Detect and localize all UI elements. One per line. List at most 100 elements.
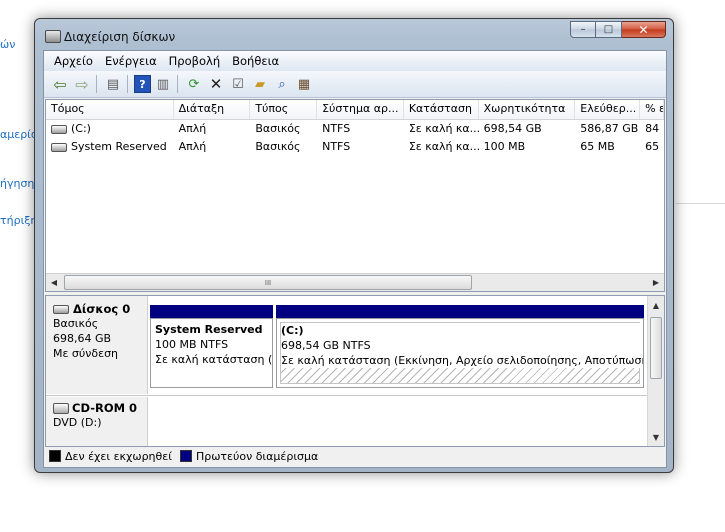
partition-size: 698,54 GB NTFS bbox=[281, 339, 371, 352]
horizontal-scroll-thumb[interactable]: III bbox=[64, 275, 472, 290]
scroll-up-arrow-icon[interactable]: ▲ bbox=[648, 298, 664, 312]
column-header-status[interactable]: Κατάσταση bbox=[404, 100, 479, 119]
delete-icon[interactable]: ✕ bbox=[206, 74, 226, 94]
toolbar-separator bbox=[127, 75, 128, 93]
scroll-down-arrow-icon[interactable]: ▼ bbox=[648, 430, 664, 444]
toolbar-separator bbox=[96, 75, 97, 93]
legend-swatch-unallocated bbox=[49, 450, 61, 462]
bg-divider bbox=[676, 203, 725, 204]
action-pane-icon[interactable]: ▥ bbox=[153, 74, 173, 94]
horizontal-scrollbar[interactable]: ◀ III ▶ bbox=[46, 273, 664, 291]
disk-separator bbox=[46, 395, 648, 396]
help-icon[interactable]: ? bbox=[134, 75, 151, 93]
column-header-filesystem[interactable]: Σύστημα αρ... bbox=[317, 100, 404, 119]
free-space-cell: 65 MB bbox=[580, 140, 615, 153]
menu-bar: Αρχείο Ενέργεια Προβολή Βοήθεια bbox=[44, 51, 666, 71]
legend-unallocated: Δεν έχει εκχωρηθεί bbox=[49, 450, 172, 463]
maximize-button[interactable]: □ bbox=[596, 21, 622, 38]
vertical-scrollbar[interactable]: ▲ ▼ bbox=[647, 296, 664, 446]
filesystem-cell: NTFS bbox=[322, 122, 351, 135]
volume-name: System Reserved bbox=[71, 140, 167, 153]
back-arrow-icon[interactable]: ⇦ bbox=[50, 74, 70, 94]
filesystem-cell: NTFS bbox=[322, 140, 351, 153]
disk-0-label[interactable]: Δίσκος 0 Βασικός 698,64 GB Με σύνδεση bbox=[46, 296, 148, 394]
refresh-icon[interactable]: ⟳ bbox=[184, 74, 204, 94]
menu-action[interactable]: Ενέργεια bbox=[99, 51, 163, 71]
disk-0-name: Δίσκος 0 bbox=[73, 302, 131, 316]
bg-link-3[interactable]: ήγηση bbox=[0, 177, 34, 190]
status-cell: Σε καλή κα... bbox=[408, 122, 479, 135]
scroll-left-arrow-icon[interactable]: ◀ bbox=[46, 274, 62, 291]
properties-icon[interactable]: ▦ bbox=[294, 74, 314, 94]
legend-swatch-primary bbox=[179, 450, 192, 462]
minimize-button[interactable]: – bbox=[570, 21, 596, 38]
partition-bar-c bbox=[276, 305, 644, 318]
forward-arrow-icon[interactable]: ⇨ bbox=[72, 74, 92, 94]
column-header-type[interactable]: Τύπος bbox=[250, 100, 318, 119]
cd-drive-icon bbox=[53, 402, 69, 414]
column-header-percent-free[interactable]: % ε bbox=[640, 100, 664, 119]
column-header-capacity[interactable]: Χωρητικότητα bbox=[479, 100, 576, 119]
type-cell: Βασικός bbox=[255, 140, 301, 153]
partition-system-reserved[interactable]: System Reserved 100 MB NTFS Σε καλή κατά… bbox=[150, 318, 273, 388]
partition-c[interactable]: (C:) 698,54 GB NTFS Σε καλή κατάσταση (Ε… bbox=[276, 318, 644, 388]
partition-name: System Reserved bbox=[155, 323, 263, 336]
cdrom-0-name: CD-ROM 0 bbox=[72, 401, 138, 415]
volume-list: Τόμος Διάταξη Τύπος Σύστημα αρ... Κατάστ… bbox=[45, 99, 665, 292]
bg-link-4[interactable]: τήριξη bbox=[0, 214, 37, 227]
table-row[interactable]: System Reserved Απλή Βασικός NTFS Σε καλ… bbox=[46, 138, 664, 156]
window-title: Διαχείριση δίσκων bbox=[64, 30, 176, 44]
partition-name: (C:) bbox=[281, 324, 304, 337]
window-client-area: Αρχείο Ενέργεια Προβολή Βοήθεια ⇦ ⇨ ▤ ? … bbox=[43, 50, 667, 468]
properties-check-icon[interactable]: ☑ bbox=[228, 74, 248, 94]
cdrom-0-drive: DVD (D:) bbox=[53, 416, 102, 429]
scroll-right-arrow-icon[interactable]: ▶ bbox=[648, 274, 664, 291]
status-cell: Σε καλή κα... bbox=[408, 140, 479, 153]
capacity-cell: 698,54 GB bbox=[483, 122, 542, 135]
volume-name-cell: System Reserved bbox=[46, 138, 174, 156]
cdrom-0-label[interactable]: CD-ROM 0 DVD (D:) bbox=[46, 397, 148, 446]
legend-primary-partition: Πρωτεύον διαμέρισμα bbox=[179, 450, 318, 463]
title-bar[interactable]: Διαχείριση δίσκων – □ ✕ bbox=[35, 19, 673, 49]
window-controls: – □ ✕ bbox=[570, 21, 666, 40]
menu-view[interactable]: Προβολή bbox=[163, 51, 226, 71]
disk-0-name-row: Δίσκος 0 bbox=[53, 302, 147, 316]
percent-free-cell: 84 bbox=[645, 122, 660, 135]
bg-link-1[interactable]: ών bbox=[0, 38, 15, 51]
column-header-free-space[interactable]: Ελεύθερ... bbox=[575, 100, 641, 119]
capacity-cell: 100 MB bbox=[483, 140, 526, 153]
volume-name-cell: (C:) bbox=[46, 120, 174, 138]
toolbar-separator bbox=[177, 75, 178, 93]
volume-list-header: Τόμος Διάταξη Τύπος Σύστημα αρ... Κατάστ… bbox=[46, 100, 664, 120]
disk-0-type: Βασικός bbox=[53, 317, 99, 330]
close-button[interactable]: ✕ bbox=[622, 21, 666, 38]
search-icon[interactable]: ⌕ bbox=[272, 74, 292, 94]
volume-name: (C:) bbox=[71, 122, 91, 135]
hard-disk-icon bbox=[53, 304, 69, 314]
vertical-scroll-thumb[interactable] bbox=[650, 317, 662, 379]
column-header-layout[interactable]: Διάταξη bbox=[174, 100, 251, 119]
partition-status: Σε καλή κατάσταση (Εκκίνηση, Αρχείο σελι… bbox=[281, 354, 644, 367]
layout-cell: Απλή bbox=[178, 122, 207, 135]
partition-status: Σε καλή κατάσταση ( bbox=[155, 353, 273, 366]
bg-link-2[interactable]: αμερίσ bbox=[0, 128, 38, 141]
partition-c-text: (C:) 698,54 GB NTFS Σε καλή κατάσταση (Ε… bbox=[281, 323, 644, 368]
disk-management-window: Διαχείριση δίσκων – □ ✕ Αρχείο Ενέργεια … bbox=[34, 18, 674, 473]
type-cell: Βασικός bbox=[255, 122, 301, 135]
disk-0-state: Με σύνδεση bbox=[53, 347, 119, 360]
cdrom-0-name-row: CD-ROM 0 bbox=[53, 401, 147, 415]
menu-help[interactable]: Βοήθεια bbox=[226, 51, 285, 71]
open-folder-icon[interactable]: ▰ bbox=[250, 74, 270, 94]
menu-file[interactable]: Αρχείο bbox=[48, 51, 99, 71]
table-row[interactable]: (C:) Απλή Βασικός NTFS Σε καλή κα... 698… bbox=[46, 120, 664, 138]
disk-0-size: 698,64 GB bbox=[53, 332, 112, 345]
legend-label: Δεν έχει εκχωρηθεί bbox=[65, 449, 172, 463]
show-hide-tree-icon[interactable]: ▤ bbox=[103, 74, 123, 94]
partition-bar-system-reserved bbox=[150, 305, 273, 318]
partition-system-reserved-text: System Reserved 100 MB NTFS Σε καλή κατά… bbox=[155, 322, 273, 367]
column-header-volume[interactable]: Τόμος bbox=[46, 100, 174, 119]
legend: Δεν έχει εκχωρηθεί Πρωτεύον διαμέρισμα bbox=[49, 448, 326, 464]
layout-cell: Απλή bbox=[178, 140, 207, 153]
percent-free-cell: 65 bbox=[645, 140, 660, 153]
disk-graphical-view: Δίσκος 0 Βασικός 698,64 GB Με σύνδεση Sy… bbox=[45, 295, 665, 447]
